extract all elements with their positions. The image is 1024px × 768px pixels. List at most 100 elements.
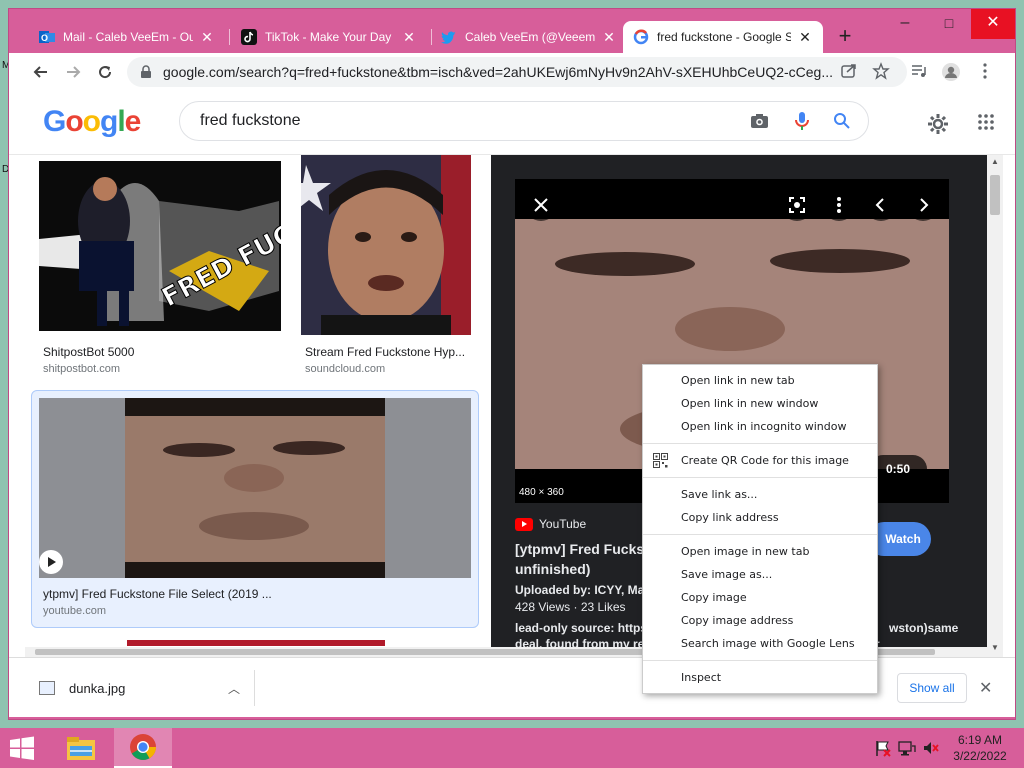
back-arrow-icon <box>33 66 47 78</box>
gear-icon[interactable] <box>927 113 949 135</box>
bookmark-star-icon[interactable] <box>871 62 891 82</box>
qr-code-icon <box>653 453 668 468</box>
close-preview-button[interactable] <box>525 189 557 221</box>
window-close-button[interactable]: ✕ <box>971 9 1015 39</box>
context-menu-item[interactable]: Open link in new window <box>643 392 877 415</box>
new-tab-button[interactable]: + <box>831 23 859 51</box>
taskbar: 6:19 AM 3/22/2022 <box>0 728 1024 768</box>
context-menu-item[interactable]: Save link as... <box>643 483 877 506</box>
menu-item-label: Copy link address <box>681 511 779 524</box>
close-icon[interactable]: ✕ <box>979 678 992 698</box>
system-clock[interactable]: 6:19 AM 3/22/2022 <box>944 732 1016 764</box>
result-thumbnail[interactable] <box>39 398 471 578</box>
next-image-button[interactable] <box>907 189 939 221</box>
result-title[interactable]: ytpmv] Fred Fuckstone File Select (2019 … <box>43 587 283 601</box>
vertical-scrollbar[interactable]: ▲ ▼ <box>987 155 1003 657</box>
show-all-button[interactable]: Show all <box>897 673 967 703</box>
context-menu-item[interactable]: Inspect <box>643 666 877 689</box>
tab-label: Mail - Caleb VeeEm - Out <box>63 30 193 44</box>
close-icon[interactable]: ✕ <box>601 29 617 46</box>
svg-text:O: O <box>41 33 48 43</box>
result-title[interactable]: Stream Fred Fuckstone Hyp... <box>305 345 471 359</box>
chrome-taskbar-icon[interactable] <box>114 728 172 768</box>
chevron-left-icon <box>875 198 884 212</box>
menu-item-label: Open link in new window <box>681 397 819 410</box>
forward-arrow-icon <box>67 66 81 78</box>
result-title[interactable]: ShitpostBot 5000 <box>43 345 273 359</box>
camera-icon[interactable] <box>749 110 771 132</box>
previous-image-button[interactable] <box>865 189 897 221</box>
twitter-icon <box>441 29 457 45</box>
more-options-button[interactable] <box>823 189 855 221</box>
maximize-button[interactable]: □ <box>927 9 971 39</box>
menu-separator <box>643 534 877 535</box>
source-site[interactable]: YouTube <box>515 517 586 531</box>
context-menu-item[interactable]: Copy link address <box>643 506 877 529</box>
result-source[interactable]: soundcloud.com <box>305 363 385 375</box>
menu-separator <box>643 443 877 444</box>
stats: 428 Views · 23 Likes <box>515 600 626 614</box>
more-vert-icon <box>837 197 841 213</box>
description-line: lead-only source: https <box>515 621 648 635</box>
reload-button[interactable] <box>91 58 119 86</box>
lens-search-button[interactable] <box>781 189 813 221</box>
context-menu-item[interactable]: Search image with Google Lens <box>643 632 877 655</box>
close-icon <box>534 198 548 212</box>
tab-google-search[interactable]: fred fuckstone - Google S ✕ <box>623 21 823 53</box>
tab-twitter[interactable]: Caleb VeeEm (@VeeemC ✕ <box>431 21 627 53</box>
forward-button[interactable] <box>59 58 87 86</box>
address-bar[interactable]: google.com/search?q=fred+fuckstone&tbm=i… <box>127 57 907 87</box>
context-menu-item[interactable]: Save image as... <box>643 563 877 586</box>
google-apps-icon[interactable] <box>977 113 995 131</box>
back-button[interactable] <box>27 58 55 86</box>
result-thumbnail[interactable]: FRED FUCKSTONE <box>39 161 281 331</box>
menu-item-label: Create QR Code for this image <box>681 454 849 467</box>
tab-outlook-mail[interactable]: O Mail - Caleb VeeEm - Out ✕ <box>29 21 225 53</box>
result-source[interactable]: youtube.com <box>43 605 106 617</box>
context-menu-item[interactable]: Copy image address <box>643 609 877 632</box>
close-icon[interactable]: ✕ <box>797 29 813 46</box>
network-icon[interactable] <box>898 738 916 758</box>
share-icon[interactable] <box>839 62 859 82</box>
tab-label: fred fuckstone - Google S <box>657 30 791 44</box>
context-menu: Open link in new tab Open link in new win… <box>642 364 878 694</box>
image-dimensions: 480 × 360 <box>519 487 564 498</box>
tab-bar: O Mail - Caleb VeeEm - Out ✕ TikTok - Ma… <box>9 9 1015 53</box>
context-menu-item[interactable]: Open link in new tab <box>643 369 877 392</box>
search-icon[interactable] <box>831 110 853 132</box>
minimize-button[interactable]: – <box>883 9 927 39</box>
profile-avatar-icon[interactable] <box>941 62 961 82</box>
search-query: fred fuckstone <box>200 112 301 129</box>
microphone-icon[interactable] <box>791 110 813 132</box>
context-menu-item[interactable]: Open link in incognito window <box>643 415 877 438</box>
url-text: google.com/search?q=fred+fuckstone&tbm=i… <box>163 64 834 80</box>
file-explorer-icon[interactable] <box>52 728 110 768</box>
chrome-menu-icon[interactable] <box>975 62 995 82</box>
youtube-icon <box>515 517 533 531</box>
tab-tiktok[interactable]: TikTok - Make Your Day ✕ <box>231 21 427 53</box>
context-menu-item[interactable]: Copy image <box>643 586 877 609</box>
volume-muted-icon[interactable] <box>922 738 940 758</box>
media-queue-icon[interactable] <box>909 62 929 82</box>
close-icon[interactable]: ✕ <box>199 29 215 46</box>
tiktok-icon <box>241 29 257 45</box>
context-menu-item[interactable]: Create QR Code for this image <box>643 449 877 472</box>
context-menu-item[interactable]: Open image in new tab <box>643 540 877 563</box>
result-source[interactable]: shitpostbot.com <box>43 363 120 375</box>
result-thumbnail[interactable] <box>301 155 471 335</box>
upload-info: Uploaded by: ICYY, May <box>515 583 652 597</box>
action-center-flag-icon[interactable] <box>874 738 892 758</box>
result-thumbnail[interactable] <box>127 640 385 646</box>
chevron-up-icon[interactable]: ︿ <box>228 680 240 697</box>
close-icon[interactable]: ✕ <box>401 29 417 46</box>
windows-start-icon[interactable] <box>8 735 36 761</box>
scrollbar-thumb[interactable] <box>990 175 1000 215</box>
menu-item-label: Copy image address <box>681 614 794 627</box>
google-logo[interactable]: Google <box>43 105 141 139</box>
menu-item-label: Open link in new tab <box>681 374 795 387</box>
tab-label: Caleb VeeEm (@VeeemC <box>465 30 595 44</box>
download-item[interactable]: dunka.jpg ︿ <box>23 670 255 706</box>
menu-item-label: Open link in incognito window <box>681 420 847 433</box>
menu-item-label: Save image as... <box>681 568 773 581</box>
chevron-right-icon <box>920 198 929 212</box>
